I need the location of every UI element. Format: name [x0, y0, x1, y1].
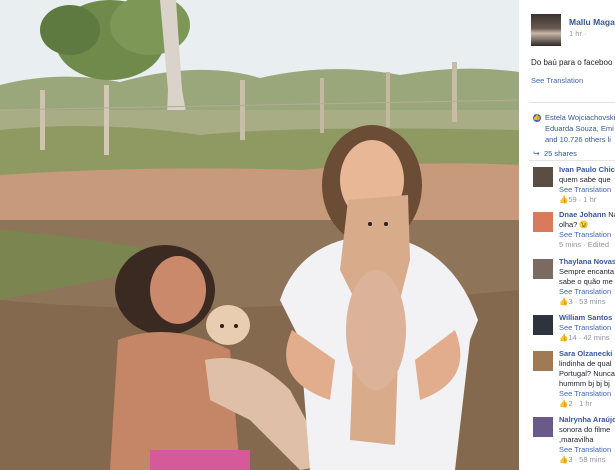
comment-meta-text: 14 · 42 mins: [568, 333, 610, 342]
see-translation-link[interactable]: See Translation: [531, 76, 583, 85]
post-header: Mallu Magal 1 hr ·: [531, 14, 615, 46]
comment-see-translation[interactable]: See Translation: [559, 389, 615, 399]
commenter-avatar[interactable]: [533, 417, 553, 437]
comment-see-translation[interactable]: See Translation: [559, 287, 615, 297]
thumbs-up-icon: 👍: [559, 297, 569, 306]
commenter-avatar[interactable]: [533, 351, 553, 371]
author-avatar[interactable]: [531, 14, 561, 46]
commenter-name[interactable]: Sara Olzanecki: [559, 349, 612, 358]
thumbs-up-icon: 👍: [559, 399, 569, 408]
shares-count[interactable]: ↪ 25 shares: [533, 149, 577, 158]
divider: [529, 102, 615, 103]
post-photo[interactable]: [0, 0, 519, 470]
thumbs-up-icon: 👍: [559, 455, 569, 464]
commenter-avatar[interactable]: [533, 167, 553, 187]
commenter-name[interactable]: Thaylana Novas: [559, 257, 615, 266]
commenter-name[interactable]: Dnae Johann: [559, 210, 606, 219]
shares-label[interactable]: 25 shares: [544, 149, 577, 158]
share-icon: ↪: [533, 149, 540, 158]
reaction-line-3[interactable]: and 10.726 others li: [533, 134, 615, 145]
thumbs-up-icon: 👍: [559, 333, 569, 342]
commenter-name[interactable]: Nalrynha Araújo: [559, 415, 615, 424]
commenter-avatar[interactable]: [533, 212, 553, 232]
comment-text: sonora do filme: [559, 425, 611, 434]
reaction-line-1[interactable]: Estela Wojciachovski,: [533, 112, 615, 123]
comment-meta-text: 59 · 1 hr: [568, 195, 597, 204]
comment-meta-text: 3 · 53 mins: [568, 297, 606, 306]
comment-text: lindinha de qual: [559, 359, 612, 368]
author-name[interactable]: Mallu Magal: [569, 17, 615, 27]
comment-meta-text: 3 · 58 mins: [568, 455, 606, 464]
commenter-avatar[interactable]: [533, 315, 553, 335]
comment-meta: 5 mins · Edited: [559, 240, 610, 249]
comment-meta: 👍14 · 42 mins: [559, 333, 615, 343]
comment-meta: 👍3 · 53 mins: [559, 297, 615, 307]
comment-text: Sempre encanta: [559, 267, 615, 276]
comment-see-translation[interactable]: See Translation: [559, 185, 615, 195]
commenter-name[interactable]: William Santos: [559, 313, 612, 322]
comment-text-2: ,maravilha: [559, 435, 594, 444]
post-timestamp[interactable]: 1 hr ·: [569, 29, 587, 38]
post-sidebar: Mallu Magal 1 hr · Do baú para o faceboo…: [519, 0, 615, 470]
comment-meta-text: 2 · 1 hr: [568, 399, 593, 408]
comment-text: quem sabe que: [559, 175, 611, 184]
comment-see-translation[interactable]: See Translation: [559, 230, 615, 240]
commenter-name-suffix: Na: [608, 210, 615, 219]
comment-text-2: sabe o quão me: [559, 277, 613, 286]
reactions-summary[interactable]: 👍 Estela Wojciachovski, Eduarda Souza, E…: [533, 112, 615, 145]
photo-image: [0, 0, 519, 470]
comment-text-3: hummm bj bj bj: [559, 379, 610, 388]
comment-meta: 👍2 · 1 hr: [559, 399, 615, 409]
commenter-avatar[interactable]: [533, 259, 553, 279]
reaction-line-2[interactable]: Eduarda Souza, Emi: [533, 123, 615, 134]
commenter-name[interactable]: Ivan Paulo Chic: [559, 165, 615, 174]
comment-text: olha? 😉: [559, 220, 589, 229]
comment-see-translation[interactable]: See Translation: [559, 445, 615, 455]
divider: [529, 160, 615, 161]
comment-meta: 👍3 · 58 mins: [559, 455, 615, 465]
thumbs-up-icon: 👍: [559, 195, 569, 204]
comment-meta: 👍59 · 1 hr: [559, 195, 615, 205]
like-icon: 👍: [533, 114, 541, 122]
comment-see-translation[interactable]: See Translation: [559, 323, 615, 333]
comment-text-2: Portugal? Nunca: [559, 369, 615, 378]
post-caption: Do baú para o faceboo: [531, 58, 613, 67]
